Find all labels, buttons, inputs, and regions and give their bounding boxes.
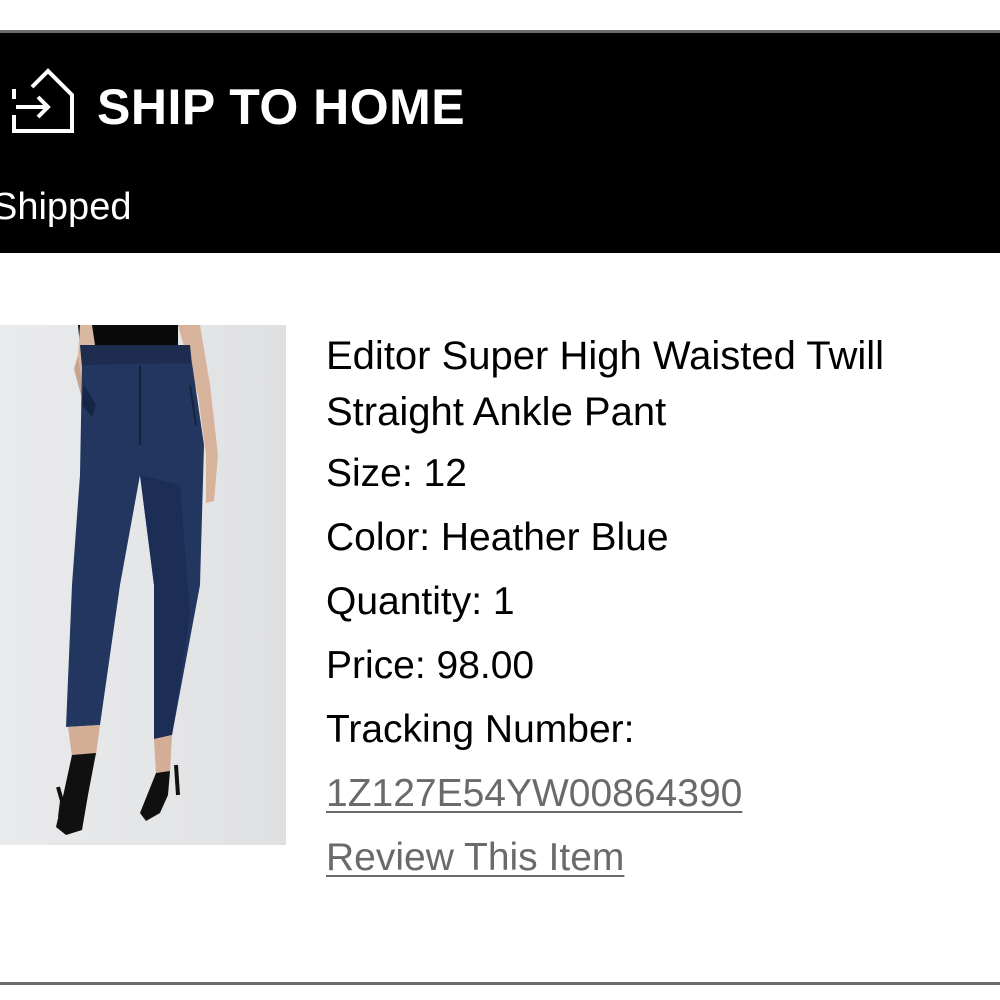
item-color: Color: Heather Blue [326,516,669,559]
tracking-number-link[interactable]: 1Z127E54YW00864390 [326,766,742,822]
ship-to-home-icon [12,68,74,133]
fulfillment-title: SHIP TO HOME [97,79,466,135]
review-row: Review This Item [326,830,996,894]
product-image[interactable] [0,325,286,845]
product-name[interactable]: Editor Super High Waisted Twill Straight… [326,328,996,440]
item-details: Editor Super High Waisted Twill Straight… [326,328,996,894]
order-item-card: SHIP TO HOME Shipped Editor Super High W… [0,0,1000,1000]
bottom-divider [0,982,1000,985]
fulfillment-header: SHIP TO HOME Shipped [0,33,1000,253]
tracking-label: Tracking Number: [326,708,635,751]
review-item-link[interactable]: Review This Item [326,830,624,886]
item-quantity: Quantity: 1 [326,580,515,623]
item-price: Price: 98.00 [326,644,535,687]
tracking-number-row: 1Z127E54YW00864390 [326,766,996,830]
navy-ankle-pant-photo [56,325,218,835]
shipment-status: Shipped [0,186,132,228]
item-size: Size: 12 [326,452,467,495]
